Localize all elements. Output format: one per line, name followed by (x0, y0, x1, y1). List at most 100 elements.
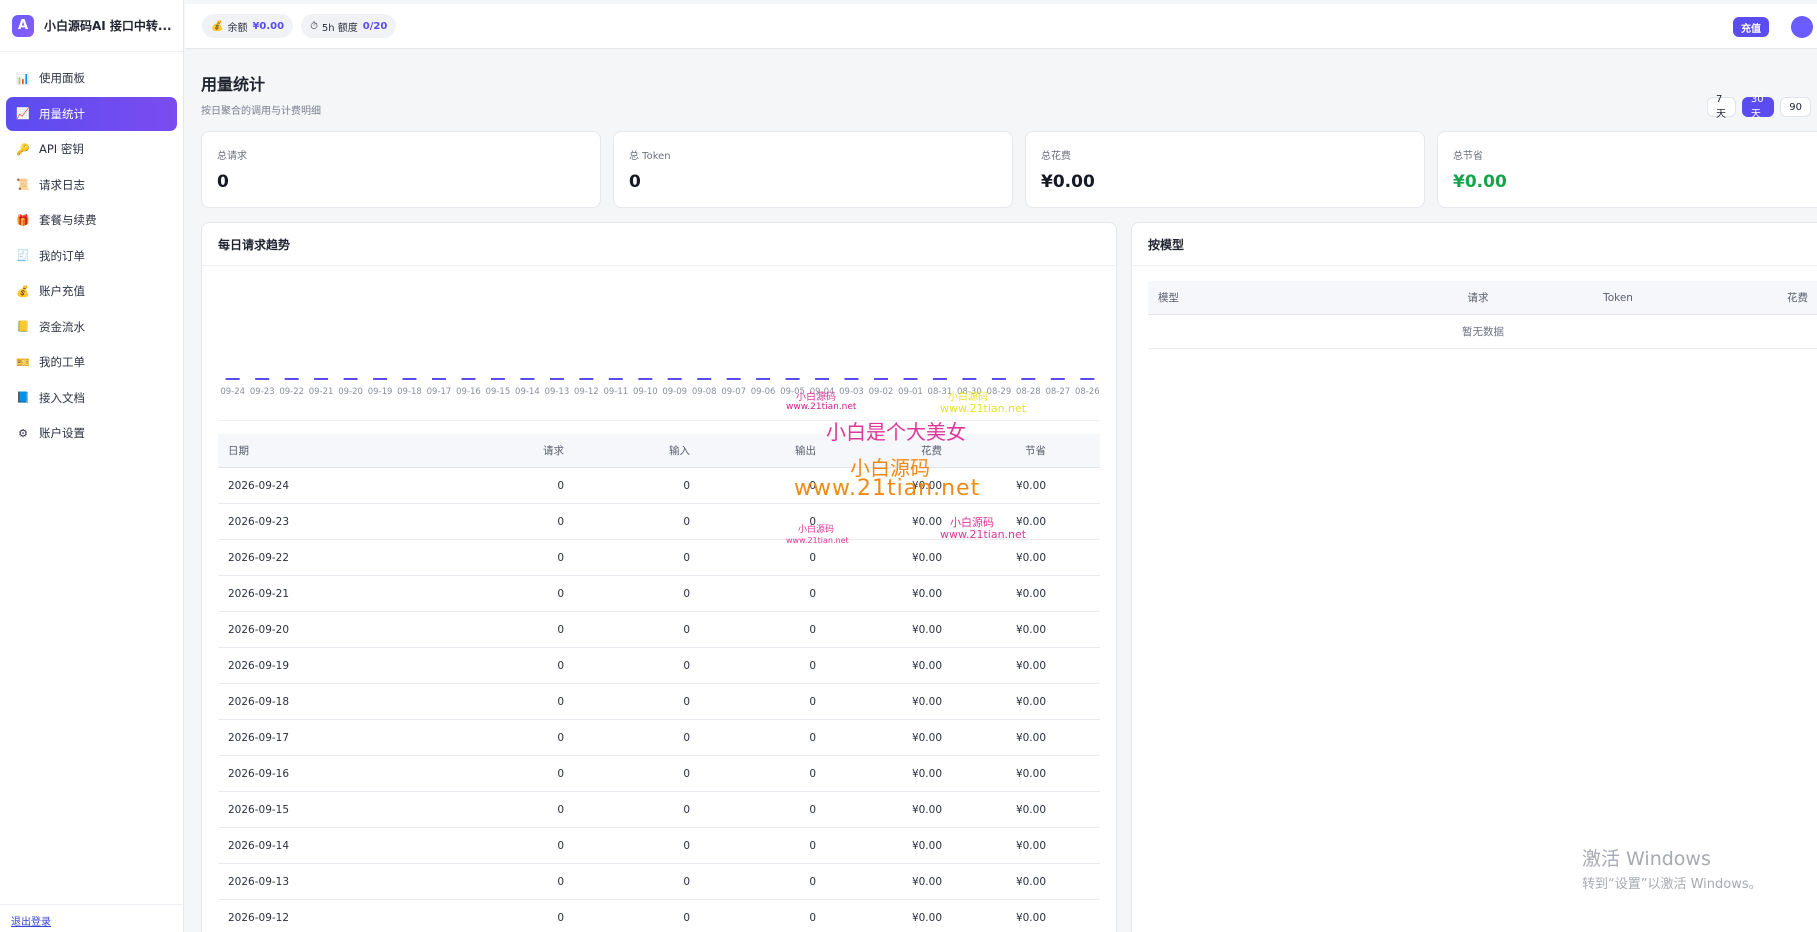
chart-bar[interactable] (402, 378, 417, 380)
cell-cost: ¥0.00 (911, 623, 942, 636)
chart-bar[interactable] (549, 378, 564, 380)
cell-date: 2026-09-22 (228, 551, 290, 564)
sidebar-item[interactable]: 📊 使用面板 (6, 61, 177, 95)
logout-link[interactable]: 退出登录 (11, 913, 51, 928)
sidebar-item[interactable]: 🔑 API 密钥 (6, 132, 177, 166)
quota-value: 0/20 (362, 20, 388, 32)
balance-pill[interactable]: 💰 余额 ¥0.00 (202, 14, 294, 38)
brand[interactable]: A 小白源码AI 接口中转... (0, 0, 183, 52)
chart-bar[interactable] (579, 378, 594, 380)
cell-saved: ¥0.00 (1015, 911, 1046, 924)
chart-bar[interactable] (991, 378, 1006, 380)
cell-output: 0 (809, 659, 816, 672)
cell-requests: 0 (557, 731, 564, 744)
col-model[interactable]: 模型 (1148, 290, 1428, 305)
col-saved[interactable]: 节省 (942, 443, 1056, 458)
chart-bar[interactable] (373, 378, 388, 380)
chart-bar[interactable] (874, 378, 888, 380)
table-row: 2026-09-15 0 0 0 ¥0.00 ¥0.00 (218, 792, 1100, 828)
avatar[interactable] (1791, 16, 1813, 38)
cell-output: 0 (809, 731, 816, 744)
x-tick-label: 09-09 (662, 387, 687, 397)
range-button[interactable]: 30 天 (1741, 94, 1775, 120)
cell-input: 0 (683, 875, 690, 888)
chart-bar[interactable] (962, 378, 977, 380)
cell-input: 0 (683, 479, 690, 492)
x-tick-label: 08-31 (928, 387, 953, 397)
sidebar-item[interactable]: 🎫 我的工单 (6, 345, 177, 379)
daily-trend-panel: 每日请求趋势 09-24 09-23 09-22 09-21 09-20 09-19 09-… (201, 222, 1117, 932)
table-row: 2026-09-14 0 0 0 ¥0.00 ¥0.00 (218, 828, 1100, 864)
chart-bar[interactable] (284, 378, 299, 380)
chart-bar[interactable] (638, 378, 653, 380)
col-date[interactable]: 日期 (218, 443, 438, 458)
cell-date: 2026-09-24 (228, 479, 290, 492)
chart-bar[interactable] (461, 378, 476, 380)
sidebar-item-label: 请求日志 (39, 177, 85, 192)
col-token[interactable]: Token (1528, 292, 1708, 304)
chart-bar[interactable] (844, 378, 859, 380)
gear-icon: ⚙ (18, 426, 28, 440)
cell-date: 2026-09-18 (228, 695, 290, 708)
x-tick-label: 09-05 (780, 387, 805, 397)
x-tick-label: 09-20 (338, 387, 363, 397)
x-tick-label: 09-23 (250, 387, 275, 397)
chart-bar[interactable] (726, 378, 741, 380)
sidebar-item[interactable]: ⚙ 账户设置 (6, 416, 177, 450)
chart-bar[interactable] (432, 378, 446, 380)
col-output[interactable]: 输出 (690, 443, 816, 458)
sidebar-item-label: 使用面板 (39, 71, 85, 85)
x-tick-label: 09-11 (603, 387, 628, 397)
stat-label: 总 Token (629, 151, 671, 162)
chart-bar[interactable] (1080, 378, 1095, 380)
chart-bar[interactable] (343, 378, 358, 380)
chart-bar[interactable] (314, 378, 329, 380)
sidebar-item[interactable]: 📜 请求日志 (6, 168, 177, 202)
quota-pill[interactable]: ⏱ 5h 额度 0/20 (301, 14, 397, 38)
x-tick-label: 09-03 (839, 387, 864, 397)
x-tick-label: 09-19 (368, 387, 393, 397)
sidebar-item[interactable]: 📘 接入文档 (6, 381, 177, 415)
col-requests[interactable]: 请求 (438, 443, 564, 458)
chart-bar[interactable] (1050, 378, 1065, 380)
cell-cost: ¥0.00 (911, 767, 942, 780)
bar-chart-icon: 📊 (16, 71, 30, 85)
cell-cost: ¥0.00 (911, 803, 942, 816)
chart-bar[interactable] (756, 378, 771, 380)
stat-value: ¥0.00 (1453, 172, 1507, 192)
chart-bar[interactable] (697, 378, 712, 380)
col-requests[interactable]: 请求 (1428, 290, 1528, 305)
chart-bar[interactable] (815, 378, 830, 380)
cell-saved: ¥0.00 (1015, 839, 1046, 852)
recharge-button[interactable]: 充值 (1733, 17, 1769, 37)
cell-input: 0 (683, 695, 690, 708)
chart-bar[interactable] (932, 378, 947, 380)
sidebar-item[interactable]: 🎁 套餐与续费 (6, 203, 177, 237)
chart-bar[interactable] (608, 378, 623, 380)
chart-bar[interactable] (255, 378, 270, 380)
cell-cost: ¥0.00 (911, 839, 942, 852)
range-button[interactable]: 90 (1780, 97, 1811, 117)
sidebar-item[interactable]: 💰 账户充值 (6, 274, 177, 308)
cell-date: 2026-09-21 (228, 587, 290, 600)
activation-title: 激活 Windows (1582, 848, 1711, 870)
sidebar-item[interactable]: 📈 用量统计 (6, 96, 177, 131)
chart-svg: 09-24 09-23 09-22 09-21 09-20 09-19 09-18 09-17… (220, 378, 1100, 397)
chart-bar[interactable] (903, 378, 918, 380)
chart-bar[interactable] (785, 378, 800, 380)
table-row: 2026-09-20 0 0 0 ¥0.00 ¥0.00 (218, 612, 1100, 648)
cell-saved: ¥0.00 (1015, 767, 1046, 780)
col-cost[interactable]: 花费 (1708, 290, 1817, 305)
col-input[interactable]: 输入 (564, 443, 690, 458)
range-button[interactable]: 7 天 (1707, 94, 1736, 120)
chart-bar[interactable] (1021, 378, 1036, 380)
chart-bar[interactable] (490, 378, 505, 380)
sidebar-item[interactable]: 🧾 我的订单 (6, 239, 177, 273)
chart-bar[interactable] (225, 378, 240, 380)
chart-bar[interactable] (667, 378, 682, 380)
table-row: 2026-09-18 0 0 0 ¥0.00 ¥0.00 (218, 684, 1100, 720)
col-cost[interactable]: 花费 (816, 443, 942, 458)
cell-saved: ¥0.00 (1015, 731, 1046, 744)
sidebar-item[interactable]: 📒 资金流水 (6, 310, 177, 344)
chart-bar[interactable] (520, 378, 535, 380)
